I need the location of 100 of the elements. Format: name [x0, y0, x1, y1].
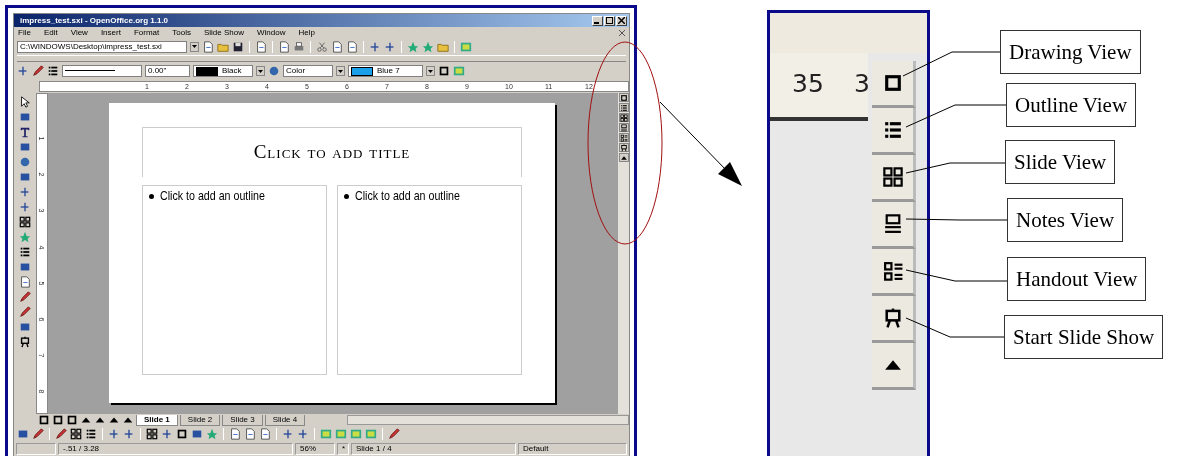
- printer-icon[interactable]: [293, 40, 305, 53]
- menu-item[interactable]: File: [18, 26, 31, 39]
- pencil-icon[interactable]: [19, 291, 31, 303]
- page-icon[interactable]: [278, 40, 290, 53]
- pointer-icon[interactable]: [19, 96, 31, 108]
- grid-icon[interactable]: [19, 216, 31, 228]
- close-document-icon[interactable]: [619, 29, 625, 36]
- cross-icon[interactable]: [19, 186, 31, 198]
- close-icon: [618, 17, 625, 24]
- close-button[interactable]: [616, 15, 627, 26]
- page-icon[interactable]: [202, 40, 214, 53]
- star-icon[interactable]: [407, 40, 419, 53]
- pencil-icon[interactable]: [32, 65, 44, 77]
- star-icon[interactable]: [206, 428, 218, 440]
- grid-icon[interactable]: [619, 113, 628, 122]
- list-icon[interactable]: [19, 246, 31, 258]
- list-icon[interactable]: [619, 103, 628, 112]
- cross-icon[interactable]: [17, 65, 29, 77]
- page-icon[interactable]: [19, 276, 31, 288]
- menu-item[interactable]: Edit: [43, 26, 58, 39]
- cross-icon[interactable]: [369, 40, 381, 53]
- area-style-field[interactable]: Color: [283, 65, 333, 77]
- grid-icon[interactable]: [146, 428, 158, 440]
- page-icon[interactable]: [255, 40, 267, 53]
- dropdown-button[interactable]: [256, 66, 265, 76]
- cross-icon[interactable]: [297, 428, 309, 440]
- handout-icon[interactable]: [619, 133, 628, 142]
- menu-item[interactable]: Format: [133, 26, 160, 39]
- menu-item[interactable]: Window: [256, 26, 286, 39]
- menu-item[interactable]: View: [70, 26, 88, 39]
- grid-icon[interactable]: [70, 428, 82, 440]
- area-color-field[interactable]: Blue 7: [348, 65, 423, 77]
- easel-icon[interactable]: [619, 143, 628, 152]
- menu-item[interactable]: Insert: [100, 26, 121, 39]
- rectangle-icon[interactable]: [191, 428, 203, 440]
- location-field[interactable]: C:\WINDOWS\Desktop\impress_test.sxi: [17, 40, 187, 53]
- horizontal-scroll-bar[interactable]: [347, 415, 629, 425]
- outline-text: Click to add an outline: [355, 188, 460, 205]
- menu-item[interactable]: Help: [298, 26, 315, 39]
- star-icon[interactable]: [422, 40, 434, 53]
- square-icon[interactable]: [438, 65, 450, 77]
- grid-icon[interactable]: [881, 166, 904, 188]
- slide-tab[interactable]: Slide 2: [179, 414, 221, 426]
- rectangle-icon[interactable]: [19, 261, 31, 273]
- square-icon[interactable]: [176, 428, 188, 440]
- cross-icon[interactable]: [282, 428, 294, 440]
- menu-item[interactable]: Slide Show: [203, 26, 244, 39]
- dropdown-button[interactable]: [336, 66, 345, 76]
- cross-icon[interactable]: [19, 201, 31, 213]
- outline-text: Click to add an outline: [160, 188, 265, 205]
- page-icon[interactable]: [346, 40, 358, 53]
- list-icon[interactable]: [47, 65, 59, 77]
- square-icon[interactable]: [38, 414, 50, 426]
- cross-icon[interactable]: [161, 428, 173, 440]
- maximize-button[interactable]: [604, 15, 615, 26]
- slide-tab[interactable]: Slide 1: [136, 414, 178, 426]
- page-icon[interactable]: [244, 428, 256, 440]
- handout-icon[interactable]: [881, 260, 904, 282]
- outline-placeholder[interactable]: Click to add an outline: [337, 185, 522, 375]
- line-width-field[interactable]: 0.00": [145, 65, 190, 77]
- line-color-field[interactable]: Black: [193, 65, 253, 77]
- dropdown-button[interactable]: [190, 41, 199, 52]
- page-icon[interactable]: [229, 428, 241, 440]
- slide-tab[interactable]: Slide 4: [264, 414, 306, 426]
- rectangle-icon[interactable]: [19, 171, 31, 183]
- cross-icon[interactable]: [384, 40, 396, 53]
- pencil-icon[interactable]: [32, 428, 44, 440]
- square-icon[interactable]: [66, 414, 78, 426]
- rectangle-icon[interactable]: [19, 321, 31, 333]
- page-icon[interactable]: [331, 40, 343, 53]
- slide-tab[interactable]: Slide 3: [222, 414, 263, 426]
- circle-icon[interactable]: [19, 156, 31, 168]
- pencil-icon[interactable]: [55, 428, 67, 440]
- scissors-icon[interactable]: [316, 40, 328, 53]
- page-icon[interactable]: [259, 428, 271, 440]
- pencil-icon[interactable]: [19, 306, 31, 318]
- text-icon[interactable]: [19, 126, 31, 138]
- rectangle-icon[interactable]: [19, 111, 31, 123]
- pencil-icon[interactable]: [388, 428, 400, 440]
- circle-icon[interactable]: [268, 65, 280, 77]
- cross-icon[interactable]: [123, 428, 135, 440]
- window-title: impress_test.sxi - OpenOffice.org 1.1.0: [20, 14, 169, 27]
- line-sample-icon: [65, 70, 115, 72]
- dropdown-button[interactable]: [426, 66, 435, 76]
- ruler-number: 35: [792, 69, 824, 99]
- notes-icon[interactable]: [619, 123, 628, 132]
- easel-icon[interactable]: [19, 336, 31, 348]
- line-style-field[interactable]: [62, 65, 142, 77]
- bullet-icon: [344, 194, 349, 199]
- list-icon[interactable]: [85, 428, 97, 440]
- menu-item[interactable]: Tools: [172, 26, 191, 39]
- rectangle-icon[interactable]: [17, 428, 29, 440]
- cross-icon[interactable]: [108, 428, 120, 440]
- star-icon[interactable]: [19, 231, 31, 243]
- minimize-button[interactable]: [592, 15, 603, 26]
- rectangle-icon[interactable]: [19, 141, 31, 153]
- scroll-bar[interactable]: [618, 93, 629, 414]
- square-icon[interactable]: [52, 414, 64, 426]
- title-placeholder[interactable]: Click to add title: [142, 127, 522, 177]
- outline-placeholder[interactable]: Click to add an outline: [142, 185, 327, 375]
